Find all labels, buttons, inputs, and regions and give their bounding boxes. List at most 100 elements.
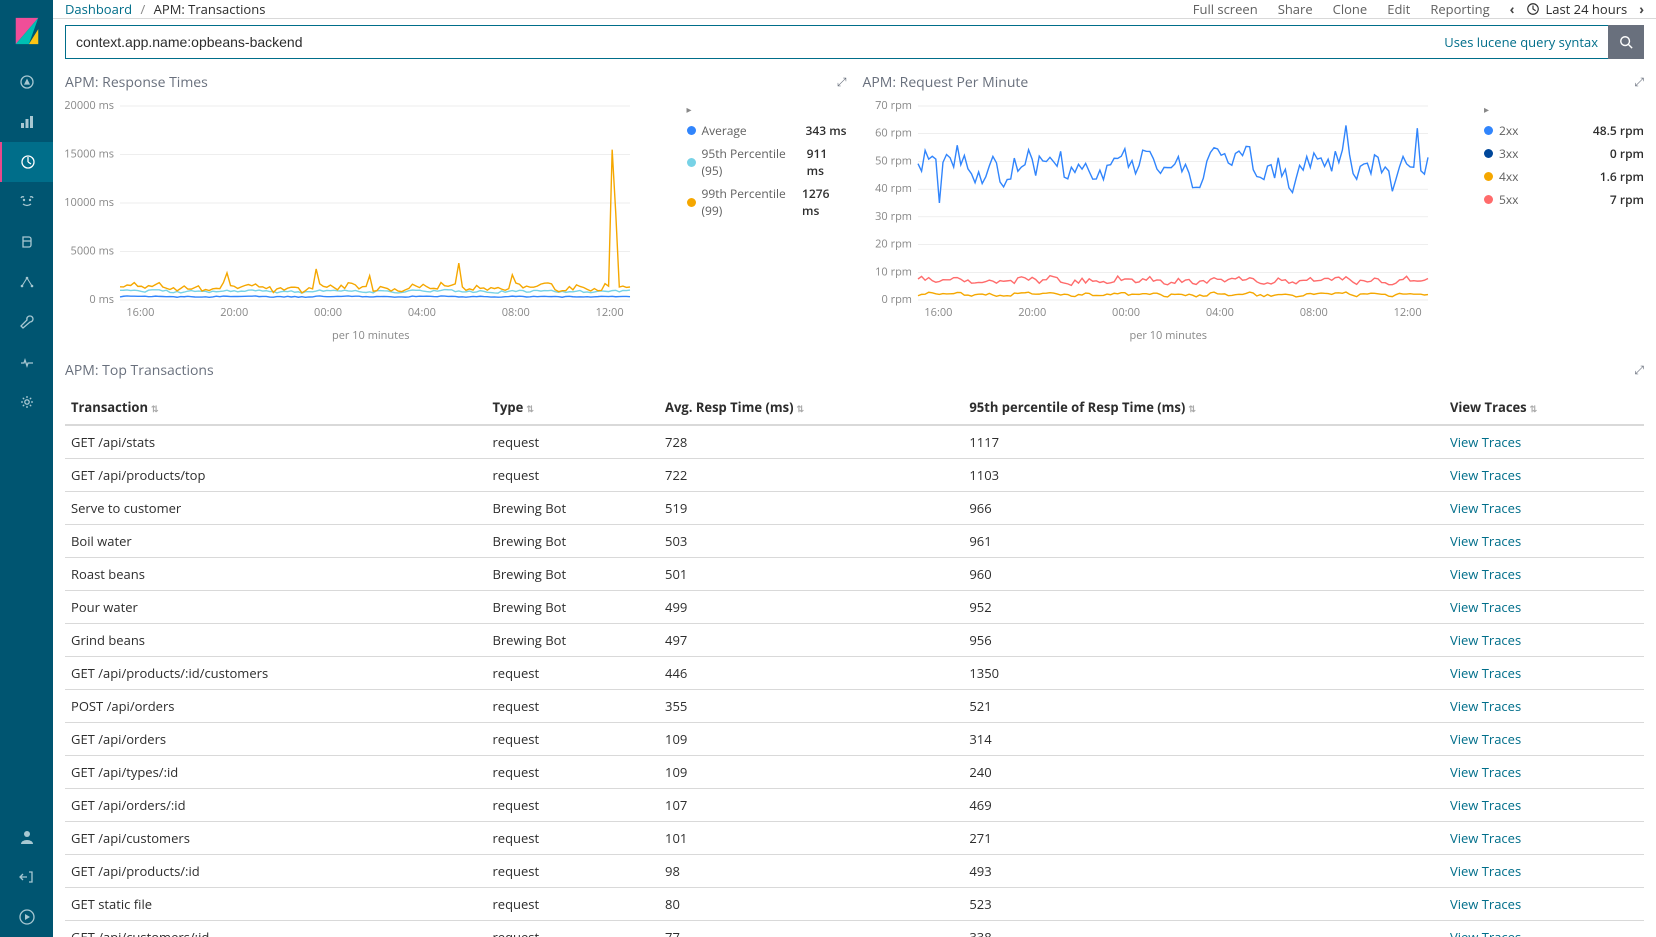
legend-item[interactable]: 95th Percentile (95)911 ms bbox=[687, 145, 847, 179]
nav-discover[interactable] bbox=[0, 62, 53, 102]
legend-value: 1.6 rpm bbox=[1600, 168, 1644, 185]
col-p95[interactable]: 95th percentile of Resp Time (ms)⇅ bbox=[963, 390, 1444, 425]
rpm-chart[interactable]: 0 rpm10 rpm20 rpm30 rpm40 rpm50 rpm60 rp… bbox=[863, 100, 1433, 320]
cell-avg: 107 bbox=[659, 789, 963, 822]
view-traces-link[interactable]: View Traces bbox=[1450, 796, 1521, 814]
view-traces-link[interactable]: View Traces bbox=[1450, 664, 1521, 682]
nav-user[interactable] bbox=[0, 817, 53, 857]
legend-item[interactable]: 5xx7 rpm bbox=[1484, 191, 1644, 208]
expand-icon[interactable]: ⤢ bbox=[1634, 73, 1644, 90]
legend-item[interactable]: 99th Percentile (99)1276 ms bbox=[687, 185, 847, 219]
col-transaction[interactable]: Transaction⇅ bbox=[65, 390, 486, 425]
view-traces-link[interactable]: View Traces bbox=[1450, 598, 1521, 616]
legend-value: 7 rpm bbox=[1610, 191, 1644, 208]
legend-name: 95th Percentile (95) bbox=[702, 145, 807, 179]
table-row: GET /api/types/:idrequest109240View Trac… bbox=[65, 756, 1644, 789]
sort-icon[interactable]: ⇅ bbox=[1530, 402, 1538, 415]
col-traces[interactable]: View Traces⇅ bbox=[1444, 390, 1644, 425]
nav-visualize[interactable] bbox=[0, 102, 53, 142]
sort-icon[interactable]: ⇅ bbox=[797, 402, 805, 415]
view-traces-link[interactable]: View Traces bbox=[1450, 829, 1521, 847]
nav-dashboard[interactable] bbox=[0, 142, 53, 182]
time-picker[interactable]: Last 24 hours bbox=[1526, 0, 1627, 18]
nav-collapse[interactable] bbox=[0, 897, 53, 937]
view-traces-link[interactable]: View Traces bbox=[1450, 697, 1521, 715]
view-traces-link[interactable]: View Traces bbox=[1450, 928, 1521, 937]
view-traces-link[interactable]: View Traces bbox=[1450, 895, 1521, 913]
cell-avg: 497 bbox=[659, 624, 963, 657]
search-icon bbox=[1619, 35, 1633, 49]
legend-value: 343 ms bbox=[806, 122, 847, 139]
view-traces-link[interactable]: View Traces bbox=[1450, 565, 1521, 583]
sort-icon[interactable]: ⇅ bbox=[1188, 402, 1196, 415]
cell-p95: 961 bbox=[963, 525, 1444, 558]
legend-item[interactable]: 4xx1.6 rpm bbox=[1484, 168, 1644, 185]
legend-dot bbox=[1484, 195, 1493, 204]
breadcrumb-root[interactable]: Dashboard bbox=[65, 0, 132, 18]
topbar: Dashboard / APM: Transactions Full scree… bbox=[53, 0, 1656, 19]
expand-icon[interactable]: ⤢ bbox=[1634, 361, 1644, 378]
kibana-logo[interactable] bbox=[0, 0, 53, 62]
legend-item[interactable]: 2xx48.5 rpm bbox=[1484, 122, 1644, 139]
view-traces-link[interactable]: View Traces bbox=[1450, 730, 1521, 748]
action-reporting[interactable]: Reporting bbox=[1430, 0, 1489, 18]
nav-graph[interactable] bbox=[0, 262, 53, 302]
svg-text:60 rpm: 60 rpm bbox=[875, 126, 912, 141]
svg-text:50 rpm: 50 rpm bbox=[875, 153, 912, 168]
svg-text:0 ms: 0 ms bbox=[89, 292, 114, 307]
svg-text:12:00: 12:00 bbox=[596, 305, 624, 320]
view-traces-link[interactable]: View Traces bbox=[1450, 433, 1521, 451]
legend-collapse-icon[interactable]: ▸ bbox=[1484, 102, 1489, 116]
action-share[interactable]: Share bbox=[1278, 0, 1313, 18]
cell-view-traces: View Traces bbox=[1444, 756, 1644, 789]
table-row: GET /api/products/toprequest7221103View … bbox=[65, 459, 1644, 492]
view-traces-link[interactable]: View Traces bbox=[1450, 532, 1521, 550]
cell-avg: 101 bbox=[659, 822, 963, 855]
legend-value: 911 ms bbox=[807, 145, 847, 179]
view-traces-link[interactable]: View Traces bbox=[1450, 631, 1521, 649]
svg-text:10000 ms: 10000 ms bbox=[65, 195, 114, 210]
cell-type: request bbox=[486, 921, 659, 937]
nav-logout[interactable] bbox=[0, 857, 53, 897]
col-type[interactable]: Type⇅ bbox=[486, 390, 659, 425]
sort-icon[interactable]: ⇅ bbox=[151, 402, 159, 415]
query-input[interactable] bbox=[65, 25, 1434, 59]
transactions-table: Transaction⇅ Type⇅ Avg. Resp Time (ms)⇅ … bbox=[65, 390, 1644, 937]
legend-collapse-icon[interactable]: ▸ bbox=[687, 102, 692, 116]
nav-canvas[interactable] bbox=[0, 222, 53, 262]
legend-dot bbox=[687, 126, 696, 135]
time-prev-icon[interactable]: ‹ bbox=[1510, 0, 1515, 18]
expand-icon[interactable]: ⤢ bbox=[837, 73, 847, 90]
nav-timelion[interactable] bbox=[0, 182, 53, 222]
query-submit-button[interactable] bbox=[1608, 25, 1644, 59]
cell-p95: 521 bbox=[963, 690, 1444, 723]
cell-avg: 446 bbox=[659, 657, 963, 690]
cell-type: request bbox=[486, 723, 659, 756]
view-traces-link[interactable]: View Traces bbox=[1450, 499, 1521, 517]
legend-item[interactable]: Average343 ms bbox=[687, 122, 847, 139]
action-edit[interactable]: Edit bbox=[1387, 0, 1410, 18]
chart-sublabel: per 10 minutes bbox=[65, 328, 677, 343]
action-clone[interactable]: Clone bbox=[1333, 0, 1368, 18]
cell-view-traces: View Traces bbox=[1444, 723, 1644, 756]
cell-transaction: GET /api/stats bbox=[65, 425, 486, 459]
legend-response-times: ▸ Average343 ms 95th Percentile (95)911 m… bbox=[677, 100, 847, 343]
sort-icon[interactable]: ⇅ bbox=[526, 402, 534, 415]
action-fullscreen[interactable]: Full screen bbox=[1193, 0, 1258, 18]
cell-avg: 109 bbox=[659, 723, 963, 756]
time-next-icon[interactable]: › bbox=[1639, 0, 1644, 18]
response-times-chart[interactable]: 0 ms5000 ms10000 ms15000 ms20000 ms16:00… bbox=[65, 100, 635, 320]
panel-top-transactions: APM: Top Transactions ⤢ Transaction⇅ Typ… bbox=[53, 343, 1656, 937]
view-traces-link[interactable]: View Traces bbox=[1450, 862, 1521, 880]
view-traces-link[interactable]: View Traces bbox=[1450, 763, 1521, 781]
svg-text:10 rpm: 10 rpm bbox=[875, 264, 912, 279]
nav-management[interactable] bbox=[0, 382, 53, 422]
cell-type: request bbox=[486, 888, 659, 921]
nav-devtools[interactable] bbox=[0, 302, 53, 342]
nav-monitoring[interactable] bbox=[0, 342, 53, 382]
query-syntax-hint[interactable]: Uses lucene query syntax bbox=[1434, 25, 1608, 59]
view-traces-link[interactable]: View Traces bbox=[1450, 466, 1521, 484]
legend-item[interactable]: 3xx0 rpm bbox=[1484, 145, 1644, 162]
col-avg[interactable]: Avg. Resp Time (ms)⇅ bbox=[659, 390, 963, 425]
cell-p95: 271 bbox=[963, 822, 1444, 855]
